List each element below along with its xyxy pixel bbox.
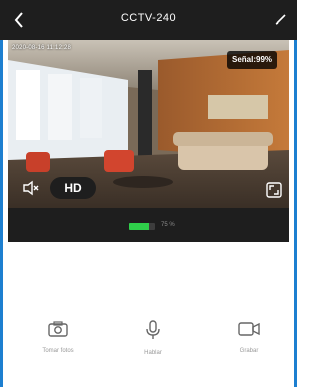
video-timestamp: 2020-08-16 11:12:28 (12, 45, 72, 51)
camera-icon (48, 321, 68, 337)
top-bar: CCTV-240 (0, 0, 297, 40)
battery-indicator (129, 223, 155, 230)
battery-fill (129, 223, 149, 230)
speaker-muted-icon[interactable] (22, 180, 40, 196)
pencil-icon[interactable] (274, 12, 288, 26)
page-title: CCTV-240 (120, 12, 177, 24)
talk-label: Hablar (144, 350, 162, 356)
talk-button[interactable]: Hablar (118, 320, 188, 356)
record-button[interactable]: Grabar (214, 320, 284, 354)
video-camera-icon (238, 322, 260, 336)
take-photo-button[interactable]: Tomar fotos (23, 320, 93, 354)
signal-badge: Señal:99% (227, 51, 278, 69)
record-label: Grabar (239, 348, 259, 354)
battery-percent: 75 % (161, 222, 175, 228)
hd-quality-button[interactable]: HD (50, 177, 96, 199)
fullscreen-icon[interactable] (266, 182, 282, 198)
take-photo-label: Tomar fotos (42, 348, 74, 354)
microphone-icon (146, 320, 160, 339)
